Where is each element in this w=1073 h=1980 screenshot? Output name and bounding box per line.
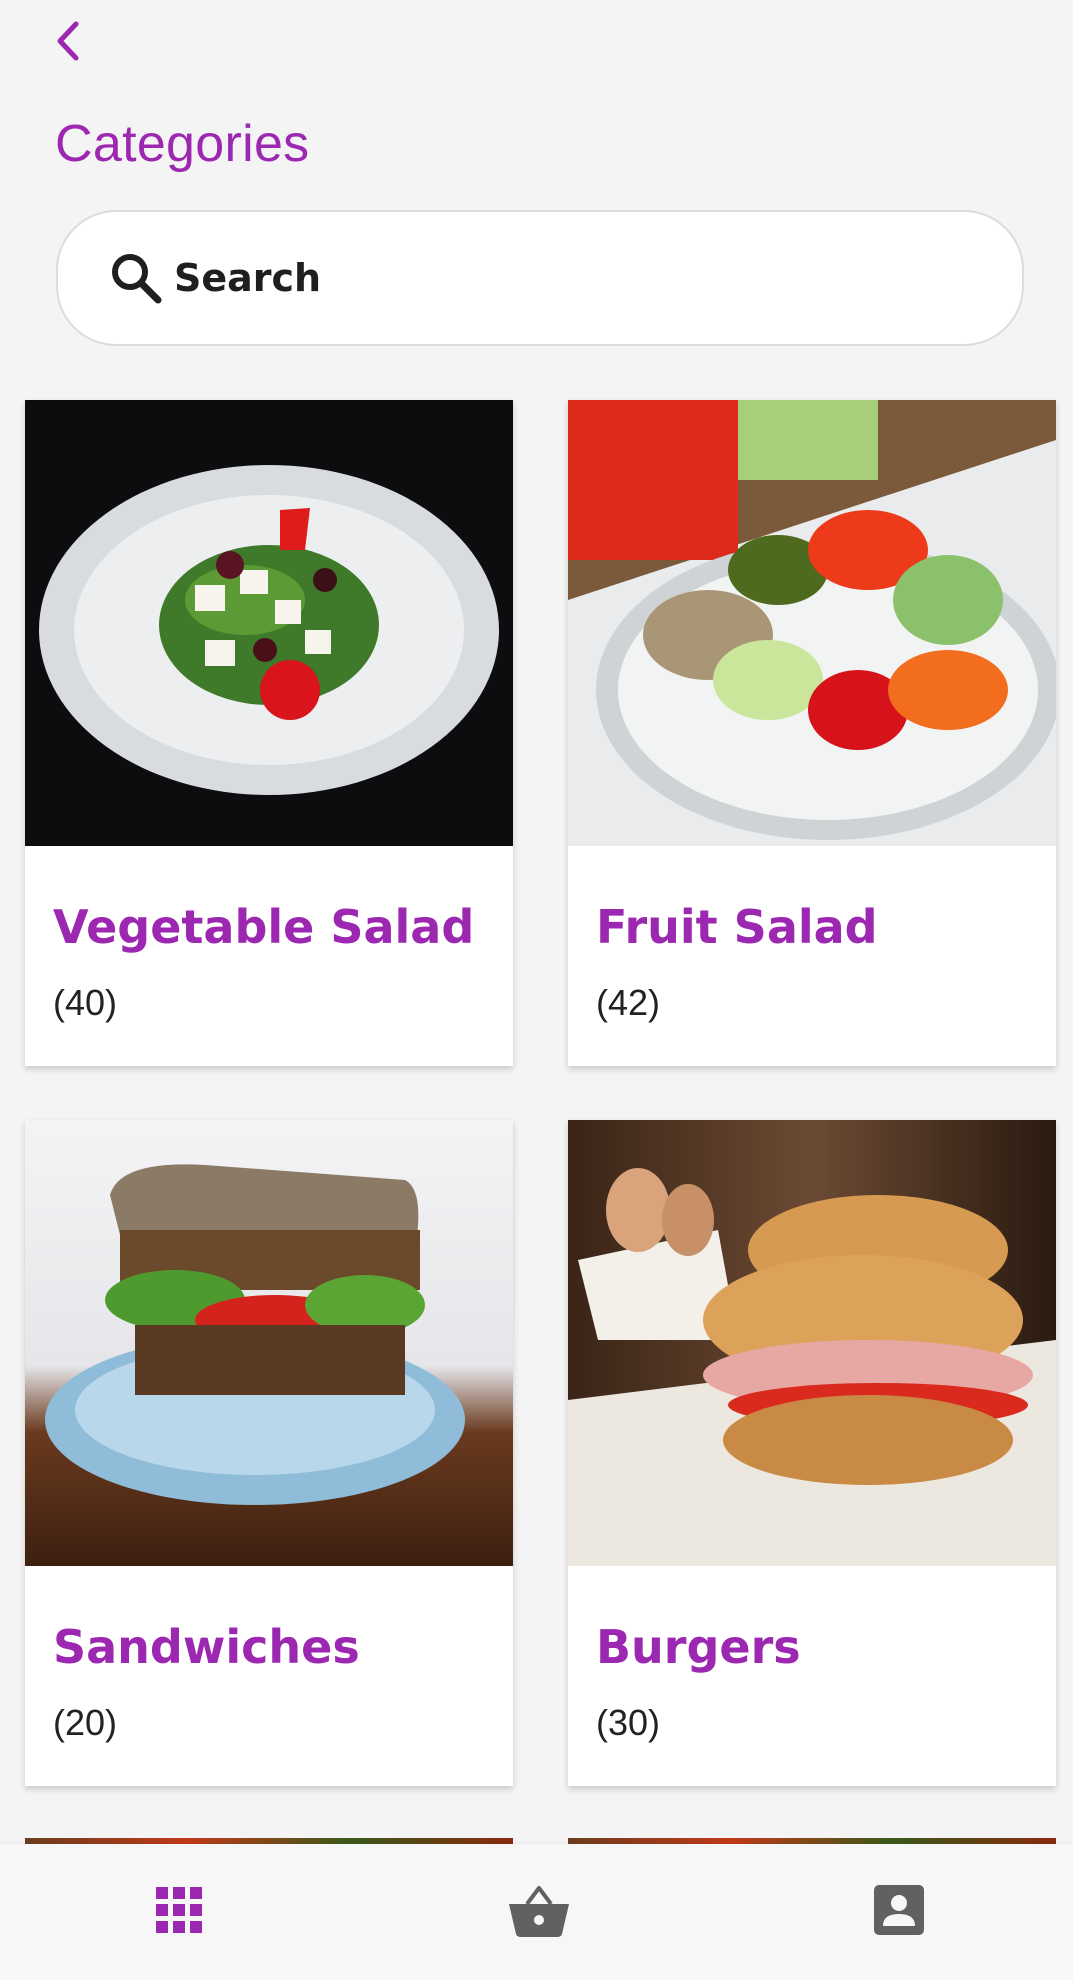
category-card-burgers[interactable]: Burgers (30) (568, 1120, 1056, 1786)
category-card-vegetable-salad[interactable]: Vegetable Salad (40) (25, 400, 513, 1066)
back-button[interactable] (44, 16, 94, 66)
category-name: Fruit Salad (596, 900, 878, 954)
grid-icon (156, 1887, 202, 1933)
search-icon (112, 254, 162, 304)
category-name: Burgers (596, 1620, 801, 1674)
category-count: (40) (53, 982, 118, 1023)
chevron-left-icon (57, 21, 79, 61)
category-count: (30) (596, 1702, 661, 1743)
sandwiches-image (25, 1120, 513, 1566)
search-placeholder: Search (174, 256, 322, 300)
category-name: Vegetable Salad (53, 900, 475, 954)
account-icon (874, 1885, 924, 1935)
category-card-sandwiches[interactable]: Sandwiches (20) (25, 1120, 513, 1786)
nav-account-button[interactable] (863, 1874, 935, 1946)
search-input[interactable]: Search (56, 210, 1024, 346)
fruit-salad-image (568, 400, 1056, 846)
page-title: Categories (55, 115, 310, 173)
category-count: (42) (596, 982, 661, 1023)
category-card-fruit-salad[interactable]: Fruit Salad (42) (568, 400, 1056, 1066)
category-count: (20) (53, 1702, 118, 1743)
nav-basket-button[interactable] (503, 1874, 575, 1946)
burgers-image (568, 1120, 1056, 1566)
basket-icon (509, 1886, 569, 1937)
vegetable-salad-image (25, 400, 513, 846)
category-name: Sandwiches (53, 1620, 360, 1674)
bottom-navigation (0, 1844, 1073, 1980)
categories-screen: Categories Search Vegetable Salad (40) F… (0, 0, 1073, 1980)
nav-categories-button[interactable] (143, 1874, 215, 1946)
